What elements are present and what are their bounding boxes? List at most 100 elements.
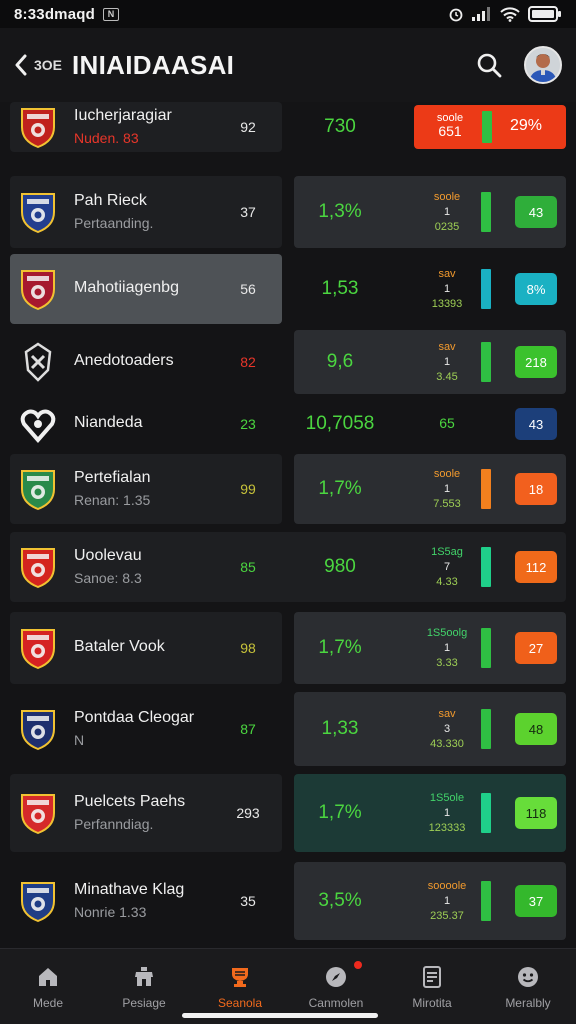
nav-label: Canmolen <box>308 995 364 1010</box>
stat-played: 293 <box>236 805 260 821</box>
stat-label: sav <box>438 708 456 720</box>
notification-icon: N <box>103 7 119 21</box>
stat-stack: 65 <box>439 415 455 431</box>
nav-item-meralbly[interactable]: Meralbly <box>480 949 576 1024</box>
team-name: Puelcets Paehs <box>74 793 186 810</box>
table-row[interactable]: Niandeda 23 10,7058 65 43 <box>0 398 576 450</box>
value-badge[interactable]: 118 <box>515 797 557 829</box>
stat-rate: 1,53 <box>321 278 359 299</box>
value-badge[interactable]: 218 <box>515 346 557 378</box>
stat-stack: soole 1 0235 <box>414 190 480 235</box>
stat-label: 1S5ole <box>429 792 465 804</box>
profile-picture-icon <box>526 48 560 82</box>
nav-label: Mede <box>32 995 64 1010</box>
stat-value: 1 <box>443 895 451 907</box>
table-row[interactable]: Minathave Klag Nonrie 1.33 35 3,5% soooole 1 2… <box>0 862 576 940</box>
page-title: INIAIDAASAI <box>72 49 235 80</box>
team-subtitle: Perfanndiag. <box>74 816 154 832</box>
stat-value: 235.37 <box>430 910 464 922</box>
team-crest-icon <box>21 108 55 149</box>
value-badge[interactable]: 48 <box>515 713 557 745</box>
nav-label: Meralbly <box>505 995 551 1010</box>
team-crest-icon <box>21 794 55 835</box>
team-subtitle: Nonrie 1.33 <box>74 904 147 920</box>
stat-played: 98 <box>240 640 256 656</box>
chevron-left-icon <box>15 54 27 76</box>
team-crest <box>18 340 58 384</box>
stat-label: sav <box>438 268 456 280</box>
team-crest <box>18 105 58 149</box>
stat-rate: 730 <box>324 116 356 137</box>
stat-label: soole <box>433 191 461 203</box>
value-badge[interactable]: 43 <box>515 196 557 228</box>
wifi-icon <box>500 6 520 22</box>
nav-label: Pesiage <box>122 995 166 1010</box>
stat-stack: soole 1 7.553 <box>414 467 480 512</box>
stat-played: 87 <box>240 721 256 737</box>
stat-value: 7 <box>443 561 451 573</box>
team-crest-icon <box>21 882 55 923</box>
value-badge[interactable]: 27 <box>515 632 557 664</box>
store-icon <box>135 966 153 986</box>
team-name: Mahotiiagenbg <box>74 279 179 296</box>
stat-rate: 1,3% <box>318 201 362 222</box>
stat-stack: sav 1 13393 <box>414 267 480 312</box>
team-name: Niandeda <box>74 414 143 431</box>
table-row[interactable]: Pertefialan Renan: 1.35 99 1,7% soole 1 7.553 1… <box>0 454 576 524</box>
team-subtitle: N <box>74 732 85 748</box>
value-badge[interactable]: 112 <box>515 551 557 583</box>
stat-rate: 9,6 <box>326 351 354 372</box>
face-icon <box>518 966 538 987</box>
value-badge[interactable]: 18 <box>515 473 557 505</box>
stat-value: 13393 <box>431 298 463 310</box>
value-badge[interactable]: 43 <box>515 408 557 440</box>
status-bar-indicator <box>481 547 491 587</box>
stat-value: 1 <box>443 356 451 368</box>
stat-value: 3.33 <box>436 657 458 669</box>
table-row[interactable]: Pontdaa Cleogar N 87 1,33 sav 3 43.330 48 <box>0 692 576 766</box>
stat-rate: 1,7% <box>318 637 362 658</box>
stat-label: 1S5ag <box>431 546 463 558</box>
team-crest <box>18 879 58 923</box>
stat-played: 99 <box>240 481 256 497</box>
table-row[interactable]: Bataler Vook 98 1,7% 1S5oolg 1 3.33 27 <box>0 612 576 684</box>
stat-value: 1 <box>443 206 451 218</box>
team-crest-icon <box>21 193 55 234</box>
table-row[interactable]: Uoolevau Sanoe: 8.3 85 980 1S5ag 7 4.33 112 <box>0 532 576 602</box>
stat-played: 85 <box>240 559 256 575</box>
table-row[interactable]: Mahotiiagenbg 56 1,53 sav 1 13393 8% <box>0 254 576 324</box>
back-button[interactable]: 3OE <box>14 54 62 76</box>
status-bar: 8:33dmaqd N <box>0 0 576 28</box>
value-badge[interactable]: 37 <box>515 885 557 917</box>
highlight-box[interactable]: soole 651 29% <box>414 105 566 149</box>
value-badge[interactable]: 8% <box>515 273 557 305</box>
team-crest-icon <box>21 710 55 751</box>
status-bar-indicator <box>481 342 491 382</box>
status-bar-indicator <box>481 709 491 749</box>
team-crest-icon <box>21 629 55 670</box>
home-indicator[interactable] <box>182 1013 378 1018</box>
status-bar-indicator <box>481 269 491 309</box>
stat-value: 123333 <box>428 822 466 834</box>
nav-item-mirotita[interactable]: Mirotita <box>384 949 480 1024</box>
team-name: Uoolevau <box>74 547 142 564</box>
avatar[interactable] <box>524 46 562 84</box>
nav-label: Mirotita <box>412 995 452 1010</box>
table-row[interactable]: Puelcets Paehs Perfanndiag. 293 1,7% 1S5ole 1… <box>0 774 576 852</box>
stat-value: 1 <box>443 807 451 819</box>
nav-item-pesiage[interactable]: Pesiage <box>96 949 192 1024</box>
stat-played: 23 <box>240 416 256 432</box>
table-row[interactable]: Pah Rieck Pertaanding. 37 1,3% soole 1 0235 43 <box>0 176 576 248</box>
stat-value: 651 <box>438 123 462 139</box>
stat-value: 7.553 <box>433 498 461 510</box>
nav-item-mede[interactable]: Mede <box>0 949 96 1024</box>
trophy-icon <box>232 967 248 987</box>
table-row[interactable]: Iucherjaragiar Nuden. 83 92 730 soole 651 29% <box>0 102 576 152</box>
team-crest-icon <box>20 409 56 444</box>
search-icon[interactable] <box>476 52 502 78</box>
team-crest <box>18 545 58 589</box>
table-row[interactable]: Anedotoaders 82 9,6 sav 1 3.45 218 <box>0 330 576 394</box>
status-bar-indicator <box>481 192 491 232</box>
team-name: Pertefialan <box>74 469 151 486</box>
team-subtitle: Pertaanding. <box>74 215 154 231</box>
